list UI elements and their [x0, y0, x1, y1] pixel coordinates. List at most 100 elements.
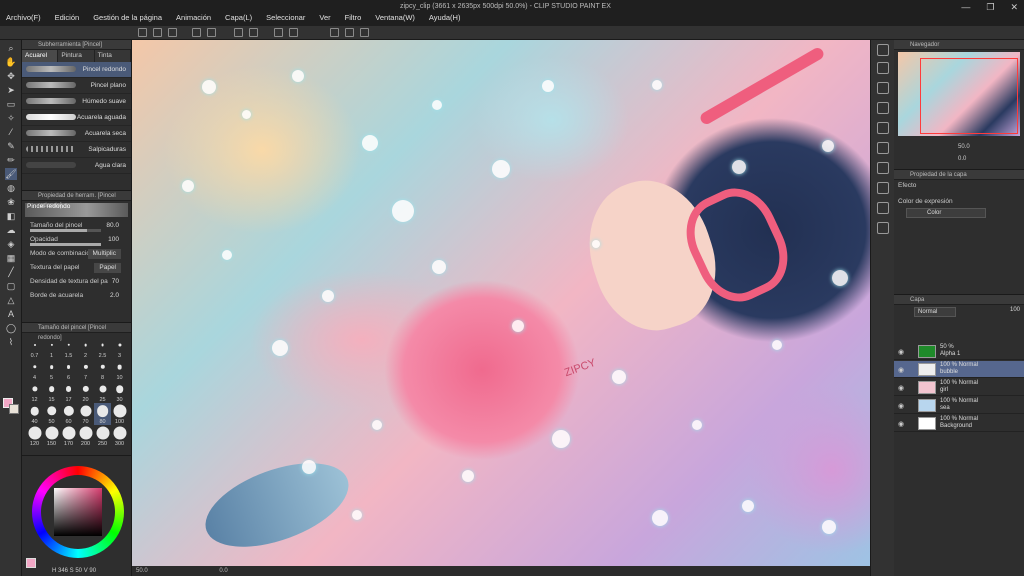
brush-size-preset[interactable]: 15: [43, 381, 60, 403]
deselect-icon[interactable]: [289, 28, 298, 37]
brush-size-row[interactable]: Tamaño del pincel 80.0: [22, 219, 131, 233]
navigator-view-frame[interactable]: [920, 58, 1018, 134]
brush-size-value[interactable]: 80.0: [106, 219, 119, 233]
open-file-icon[interactable]: [153, 28, 162, 37]
figure-tool-icon[interactable]: ╱: [5, 266, 17, 278]
menu-page[interactable]: Gestión de la página: [93, 13, 162, 22]
navigator-rotate-row[interactable]: 0.0: [898, 156, 1020, 166]
brush-item[interactable]: Agua clara: [22, 158, 131, 174]
brush-size-slider[interactable]: [30, 229, 101, 232]
material-icon[interactable]: [877, 122, 889, 134]
brush-size-preset[interactable]: 17: [60, 381, 77, 403]
visibility-eye-icon[interactable]: ◉: [898, 366, 904, 374]
brush-item[interactable]: Acuarela seca: [22, 126, 131, 142]
material-icon[interactable]: [877, 82, 889, 94]
brush-size-preset[interactable]: 4: [26, 359, 43, 381]
menu-layer[interactable]: Capa(L): [225, 13, 252, 22]
pencil-tool-icon[interactable]: ✏: [5, 154, 17, 166]
visibility-eye-icon[interactable]: ◉: [898, 384, 904, 392]
layer-opacity-value[interactable]: 100: [1010, 307, 1020, 313]
navigator-zoom-row[interactable]: 50.0: [898, 144, 1020, 154]
snap-ruler-icon[interactable]: [330, 28, 339, 37]
opacity-value[interactable]: 100: [108, 233, 119, 247]
menu-file[interactable]: Archivo(F): [6, 13, 41, 22]
brush-size-preset[interactable]: 50: [43, 403, 60, 425]
snap-special-icon[interactable]: [360, 28, 369, 37]
airbrush-tool-icon[interactable]: ◍: [5, 182, 17, 194]
texture-density-row[interactable]: Densidad de textura del pa 70: [22, 275, 131, 289]
eyedropper-tool-icon[interactable]: ⁄: [5, 126, 17, 138]
material-icon[interactable]: [877, 102, 889, 114]
menu-select[interactable]: Seleccionar: [266, 13, 305, 22]
brush-size-preset[interactable]: 0.7: [26, 337, 43, 359]
correct-line-tool-icon[interactable]: ⌇: [5, 336, 17, 348]
navigator-thumbnail[interactable]: [898, 52, 1020, 136]
layer-row[interactable]: ◉ 100 % Normal bubble: [894, 361, 1024, 378]
saturation-value-square[interactable]: [54, 488, 102, 536]
opacity-slider[interactable]: [30, 243, 101, 246]
visibility-eye-icon[interactable]: ◉: [898, 402, 904, 410]
brush-size-preset[interactable]: 170: [60, 425, 77, 447]
brush-size-preset[interactable]: 2: [77, 337, 94, 359]
visibility-eye-icon[interactable]: ◉: [898, 348, 904, 356]
layer-row[interactable]: ◉ 100 % Normal Background: [894, 415, 1024, 432]
brush-size-preset[interactable]: 70: [77, 403, 94, 425]
balloon-tool-icon[interactable]: ◯: [5, 322, 17, 334]
navigator-rotate-value[interactable]: 0.0: [958, 156, 966, 162]
undo-icon[interactable]: [192, 28, 201, 37]
layer-row[interactable]: ◉ 100 % Normal sea: [894, 397, 1024, 414]
layer-row[interactable]: ◉ 50 % Alpha 1: [894, 343, 1024, 360]
brush-size-preset[interactable]: 3: [111, 337, 128, 359]
material-icon[interactable]: [877, 202, 889, 214]
sub-color-swatch[interactable]: [9, 404, 19, 414]
brush-size-preset[interactable]: 120: [26, 425, 43, 447]
frame-tool-icon[interactable]: ▢: [5, 280, 17, 292]
brush-size-preset[interactable]: 100: [111, 403, 128, 425]
menu-animation[interactable]: Animación: [176, 13, 211, 22]
material-icon[interactable]: [877, 162, 889, 174]
brush-size-preset[interactable]: 60: [60, 403, 77, 425]
hand-tool-icon[interactable]: ✋: [5, 56, 17, 68]
brush-item[interactable]: Pincel redondo: [22, 62, 131, 78]
text-tool-icon[interactable]: A: [5, 308, 17, 320]
menu-help[interactable]: Ayuda(H): [429, 13, 461, 22]
brush-size-preset[interactable]: 6: [60, 359, 77, 381]
texture-select[interactable]: Papel: [94, 263, 121, 273]
canvas-zoom[interactable]: 50.0: [136, 568, 148, 574]
new-file-icon[interactable]: [138, 28, 147, 37]
visibility-eye-icon[interactable]: ◉: [898, 420, 904, 428]
brush-size-preset[interactable]: 80: [94, 403, 111, 425]
layer-name[interactable]: girl: [940, 387, 948, 393]
brush-size-preset[interactable]: 7: [77, 359, 94, 381]
gradient-tool-icon[interactable]: ▦: [5, 252, 17, 264]
brush-size-preset[interactable]: 150: [43, 425, 60, 447]
brush-size-preset[interactable]: 200: [77, 425, 94, 447]
brush-size-preset[interactable]: 1: [43, 337, 60, 359]
current-color-swatch[interactable]: [26, 558, 36, 568]
object-tool-icon[interactable]: ➤: [5, 84, 17, 96]
brush-size-preset[interactable]: 25: [94, 381, 111, 403]
transform-icon[interactable]: [249, 28, 258, 37]
brush-item[interactable]: Pincel plano: [22, 78, 131, 94]
tab-ink[interactable]: Tinta: [95, 50, 131, 62]
texture-row[interactable]: Textura del papel Papel: [22, 261, 131, 275]
fill-tool-icon[interactable]: ◈: [5, 238, 17, 250]
expression-color-select[interactable]: Color: [906, 208, 986, 218]
decoration-tool-icon[interactable]: ❀: [5, 196, 17, 208]
brush-size-preset[interactable]: 10: [111, 359, 128, 381]
move-tool-icon[interactable]: ✥: [5, 70, 17, 82]
brush-size-preset[interactable]: 30: [111, 381, 128, 403]
brush-item[interactable]: Salpicaduras: [22, 142, 131, 158]
layer-name[interactable]: bubble: [940, 369, 958, 375]
maximize-button[interactable]: ❐: [986, 2, 994, 13]
layer-blend-mode-select[interactable]: Normal: [914, 307, 956, 317]
texture-density-value[interactable]: 70: [112, 275, 119, 289]
watercolor-edge-value[interactable]: 2.0: [110, 289, 119, 303]
auto-select-tool-icon[interactable]: ✧: [5, 112, 17, 124]
ruler-tool-icon[interactable]: △: [5, 294, 17, 306]
menu-edit[interactable]: Edición: [55, 13, 80, 22]
menu-view[interactable]: Ver: [319, 13, 330, 22]
tab-watercolor[interactable]: Acuarel: [22, 50, 59, 62]
layer-name[interactable]: Alpha 1: [940, 351, 960, 357]
layer-name[interactable]: sea: [940, 405, 950, 411]
